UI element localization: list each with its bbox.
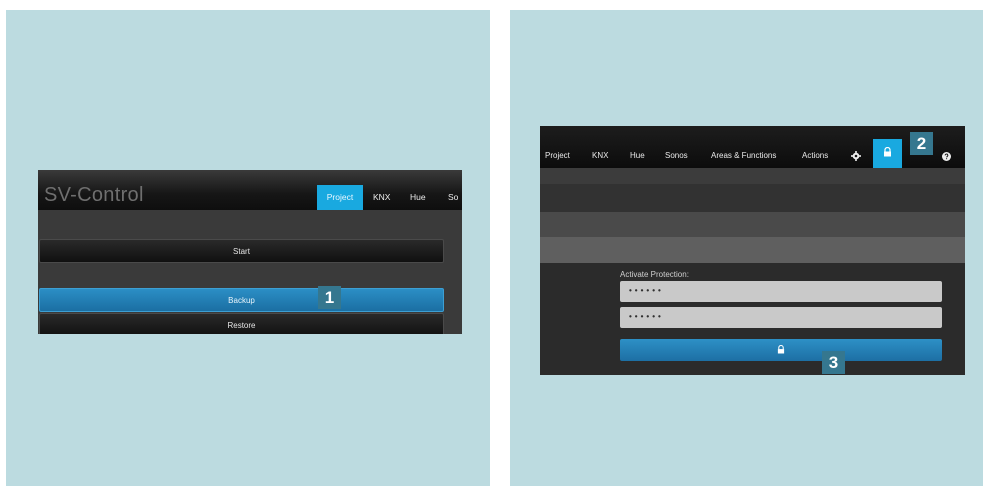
protection-screenshot: Project KNX Hue Sonos Areas & Functions … [540, 126, 965, 375]
password-repeat-field[interactable]: •••••• [620, 307, 942, 328]
callout-1: 1 [318, 286, 341, 309]
tab-sonos[interactable]: Sonos [665, 145, 688, 167]
empty-row [540, 168, 965, 184]
tab-sonos[interactable]: So [448, 185, 458, 210]
empty-row [540, 237, 965, 263]
start-button[interactable]: Start [39, 239, 444, 263]
left-panel: SV-Control Project KNX Hue So Start Back… [6, 10, 490, 486]
tab-actions[interactable]: Actions [802, 145, 828, 167]
nav-bar: Project KNX Hue Sonos Areas & Functions … [540, 126, 965, 168]
empty-row [540, 184, 965, 212]
right-panel: Project KNX Hue Sonos Areas & Functions … [510, 10, 983, 486]
tab-hue[interactable]: Hue [630, 145, 645, 167]
tab-knx[interactable]: KNX [373, 185, 390, 210]
password-field[interactable]: •••••• [620, 281, 942, 302]
tab-project[interactable]: Project [317, 185, 363, 210]
help-icon[interactable] [942, 152, 951, 161]
gear-icon[interactable] [851, 151, 861, 161]
lock-icon [777, 345, 785, 354]
empty-row [540, 212, 965, 237]
tab-areas-functions[interactable]: Areas & Functions [711, 145, 776, 167]
app-header: SV-Control Project KNX Hue So [38, 170, 462, 210]
activate-protection-button[interactable] [620, 339, 942, 361]
app-title: SV-Control [44, 184, 144, 206]
lock-icon [884, 147, 891, 157]
tab-knx[interactable]: KNX [592, 145, 608, 167]
protection-label: Activate Protection: [620, 270, 689, 279]
restore-button[interactable]: Restore [39, 313, 444, 334]
tab-project[interactable]: Project [545, 145, 570, 167]
sv-control-screenshot: SV-Control Project KNX Hue So Start Back… [38, 170, 462, 334]
callout-2: 2 [910, 132, 933, 155]
backup-button[interactable]: Backup [39, 288, 444, 312]
tab-protection[interactable] [873, 139, 902, 168]
callout-3: 3 [822, 351, 845, 374]
tab-hue[interactable]: Hue [410, 185, 426, 210]
